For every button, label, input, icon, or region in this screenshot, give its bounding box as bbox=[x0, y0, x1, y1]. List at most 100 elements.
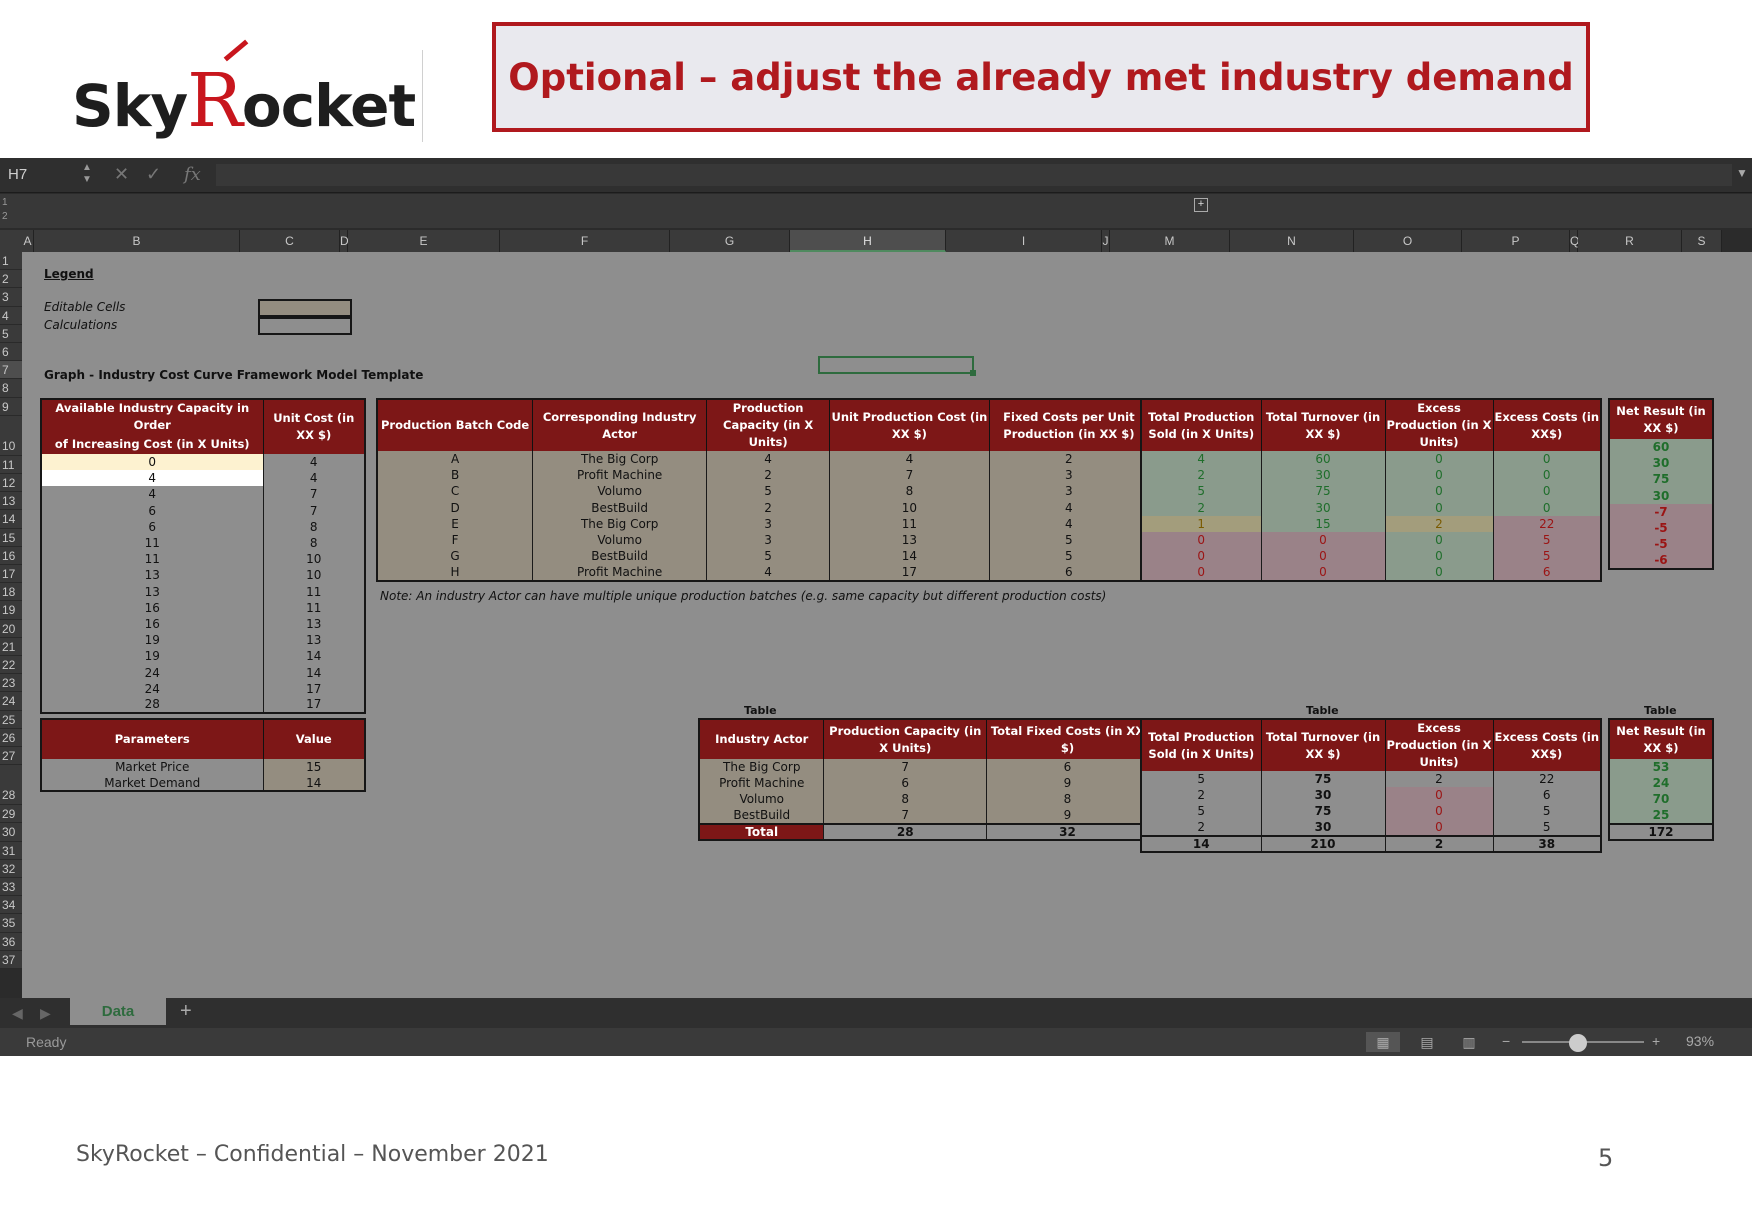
row-header-33[interactable]: 33 bbox=[0, 878, 22, 897]
select-all-corner[interactable] bbox=[0, 230, 23, 252]
row-header-22[interactable]: 22 bbox=[0, 656, 22, 675]
row-header-5[interactable]: 5 bbox=[0, 324, 22, 343]
column-header-p[interactable]: P bbox=[1462, 230, 1570, 252]
row-header-15[interactable]: 15 bbox=[0, 528, 22, 547]
capacity-cell[interactable]: 24 bbox=[41, 664, 263, 680]
production-capacity-cell[interactable]: 3 bbox=[706, 515, 830, 532]
function-icon[interactable]: fx bbox=[184, 164, 201, 185]
industry-actor-cell[interactable]: BestBuild bbox=[532, 499, 707, 516]
row-header-7[interactable]: 7 bbox=[0, 361, 22, 380]
outline-expand-button[interactable]: + bbox=[1194, 198, 1208, 212]
row-header-11[interactable]: 11 bbox=[0, 455, 22, 474]
capacity-cell[interactable]: 13 bbox=[41, 567, 263, 583]
normal-view-icon[interactable]: ▦ bbox=[1366, 1032, 1400, 1052]
worksheet-grid[interactable]: Legend Editable Cells Calculations Graph… bbox=[22, 252, 1752, 998]
batch-code-cell[interactable]: G bbox=[377, 548, 533, 565]
fixed-cost-cell[interactable]: 5 bbox=[988, 531, 1149, 549]
row-header-3[interactable]: 3 bbox=[0, 288, 22, 307]
row-header-2[interactable]: 2 bbox=[0, 270, 22, 289]
capacity-cell[interactable]: 19 bbox=[41, 632, 263, 648]
batch-code-cell[interactable]: D bbox=[377, 499, 533, 516]
row-header-6[interactable]: 6 bbox=[0, 343, 22, 362]
sheet-tab-data[interactable]: Data bbox=[70, 998, 166, 1025]
row-header-30[interactable]: 30 bbox=[0, 823, 22, 842]
unit-cost-cell[interactable]: 8 bbox=[262, 534, 365, 552]
capacity-cell[interactable]: 16 bbox=[41, 616, 263, 632]
column-header-s[interactable]: S bbox=[1682, 230, 1722, 252]
column-header-b[interactable]: B bbox=[34, 230, 240, 252]
row-header-18[interactable]: 18 bbox=[0, 583, 22, 602]
industry-actor-cell[interactable]: Profit Machine bbox=[532, 564, 707, 581]
row-header-29[interactable]: 29 bbox=[0, 805, 22, 824]
cancel-icon[interactable]: ✕ bbox=[114, 164, 129, 185]
batch-code-cell[interactable]: B bbox=[377, 467, 533, 484]
row-header-21[interactable]: 21 bbox=[0, 637, 22, 656]
unit-production-cost-cell[interactable]: 11 bbox=[829, 515, 990, 532]
batch-code-cell[interactable]: H bbox=[377, 564, 533, 581]
formula-expand-icon[interactable]: ▼ bbox=[1736, 166, 1748, 180]
name-box-stepper-icon[interactable]: ▲ ▼ bbox=[82, 162, 92, 186]
selected-cell-h7[interactable] bbox=[818, 356, 976, 376]
capacity-cell[interactable]: 19 bbox=[41, 648, 263, 664]
batch-code-cell[interactable]: A bbox=[377, 451, 533, 468]
capacity-cell[interactable]: 4 bbox=[41, 470, 263, 487]
unit-cost-cell[interactable]: 13 bbox=[262, 632, 365, 649]
unit-production-cost-cell[interactable]: 7 bbox=[829, 467, 990, 484]
row-header-1[interactable]: 1 bbox=[0, 252, 22, 271]
capacity-cell[interactable]: 0 bbox=[41, 454, 263, 471]
zoom-out-icon[interactable]: − bbox=[1502, 1033, 1510, 1049]
row-header-4[interactable]: 4 bbox=[0, 306, 22, 325]
unit-cost-cell[interactable]: 4 bbox=[262, 470, 365, 487]
parameter-value[interactable]: 15 bbox=[262, 759, 365, 776]
industry-actor-cell[interactable]: The Big Corp bbox=[532, 515, 707, 532]
enter-icon[interactable]: ✓ bbox=[146, 164, 161, 185]
industry-actor-cell[interactable]: Volumo bbox=[532, 483, 707, 500]
capacity-cell[interactable]: 24 bbox=[41, 681, 263, 697]
column-header-r[interactable]: R bbox=[1578, 230, 1682, 252]
row-header-20[interactable]: 20 bbox=[0, 619, 22, 638]
fixed-cost-cell[interactable]: 4 bbox=[988, 499, 1149, 516]
row-header-34[interactable]: 34 bbox=[0, 896, 22, 915]
capacity-cell[interactable]: 11 bbox=[41, 551, 263, 567]
column-header-o[interactable]: O bbox=[1354, 230, 1462, 252]
row-header-36[interactable]: 36 bbox=[0, 932, 22, 951]
batch-code-cell[interactable]: C bbox=[377, 483, 533, 500]
capacity-cell[interactable]: 6 bbox=[41, 519, 263, 535]
zoom-slider-knob[interactable] bbox=[1569, 1034, 1588, 1052]
production-capacity-cell[interactable]: 4 bbox=[706, 564, 830, 581]
column-header-m[interactable]: M bbox=[1110, 230, 1230, 252]
row-header-35[interactable]: 35 bbox=[0, 914, 22, 933]
production-capacity-cell[interactable]: 5 bbox=[706, 483, 830, 500]
outline-levels[interactable]: 12 bbox=[2, 196, 16, 224]
unit-cost-cell[interactable]: 14 bbox=[262, 648, 365, 665]
parameter-value[interactable]: 14 bbox=[262, 775, 365, 792]
unit-cost-cell[interactable]: 10 bbox=[262, 567, 365, 584]
fixed-cost-cell[interactable]: 3 bbox=[988, 483, 1149, 500]
unit-cost-cell[interactable]: 14 bbox=[262, 664, 365, 681]
row-header-13[interactable]: 13 bbox=[0, 492, 22, 511]
production-capacity-cell[interactable]: 3 bbox=[706, 531, 830, 549]
row-header-16[interactable]: 16 bbox=[0, 546, 22, 565]
formula-input[interactable] bbox=[216, 164, 1732, 186]
column-header-j[interactable]: J bbox=[1102, 230, 1110, 252]
row-header-25[interactable]: 25 bbox=[0, 710, 22, 729]
column-header-h[interactable]: H bbox=[790, 230, 946, 252]
unit-cost-cell[interactable]: 10 bbox=[262, 551, 365, 568]
capacity-cell[interactable]: 13 bbox=[41, 584, 263, 600]
unit-cost-cell[interactable]: 8 bbox=[262, 518, 365, 535]
unit-cost-cell[interactable]: 13 bbox=[262, 615, 365, 633]
production-capacity-cell[interactable]: 2 bbox=[706, 467, 830, 484]
row-header-10[interactable]: 10 bbox=[0, 415, 22, 456]
column-header-g[interactable]: G bbox=[670, 230, 790, 252]
row-header-26[interactable]: 26 bbox=[0, 728, 22, 747]
industry-actor-cell[interactable]: Volumo bbox=[532, 531, 707, 549]
unit-cost-cell[interactable]: 7 bbox=[262, 486, 365, 503]
industry-actor-cell[interactable]: BestBuild bbox=[532, 548, 707, 565]
capacity-cell[interactable]: 16 bbox=[41, 600, 263, 616]
fixed-cost-cell[interactable]: 6 bbox=[988, 564, 1149, 581]
unit-production-cost-cell[interactable]: 4 bbox=[829, 451, 990, 468]
fixed-cost-cell[interactable]: 3 bbox=[988, 467, 1149, 484]
capacity-cell[interactable]: 4 bbox=[41, 486, 263, 502]
fixed-cost-cell[interactable]: 2 bbox=[988, 451, 1149, 468]
row-header-23[interactable]: 23 bbox=[0, 674, 22, 693]
